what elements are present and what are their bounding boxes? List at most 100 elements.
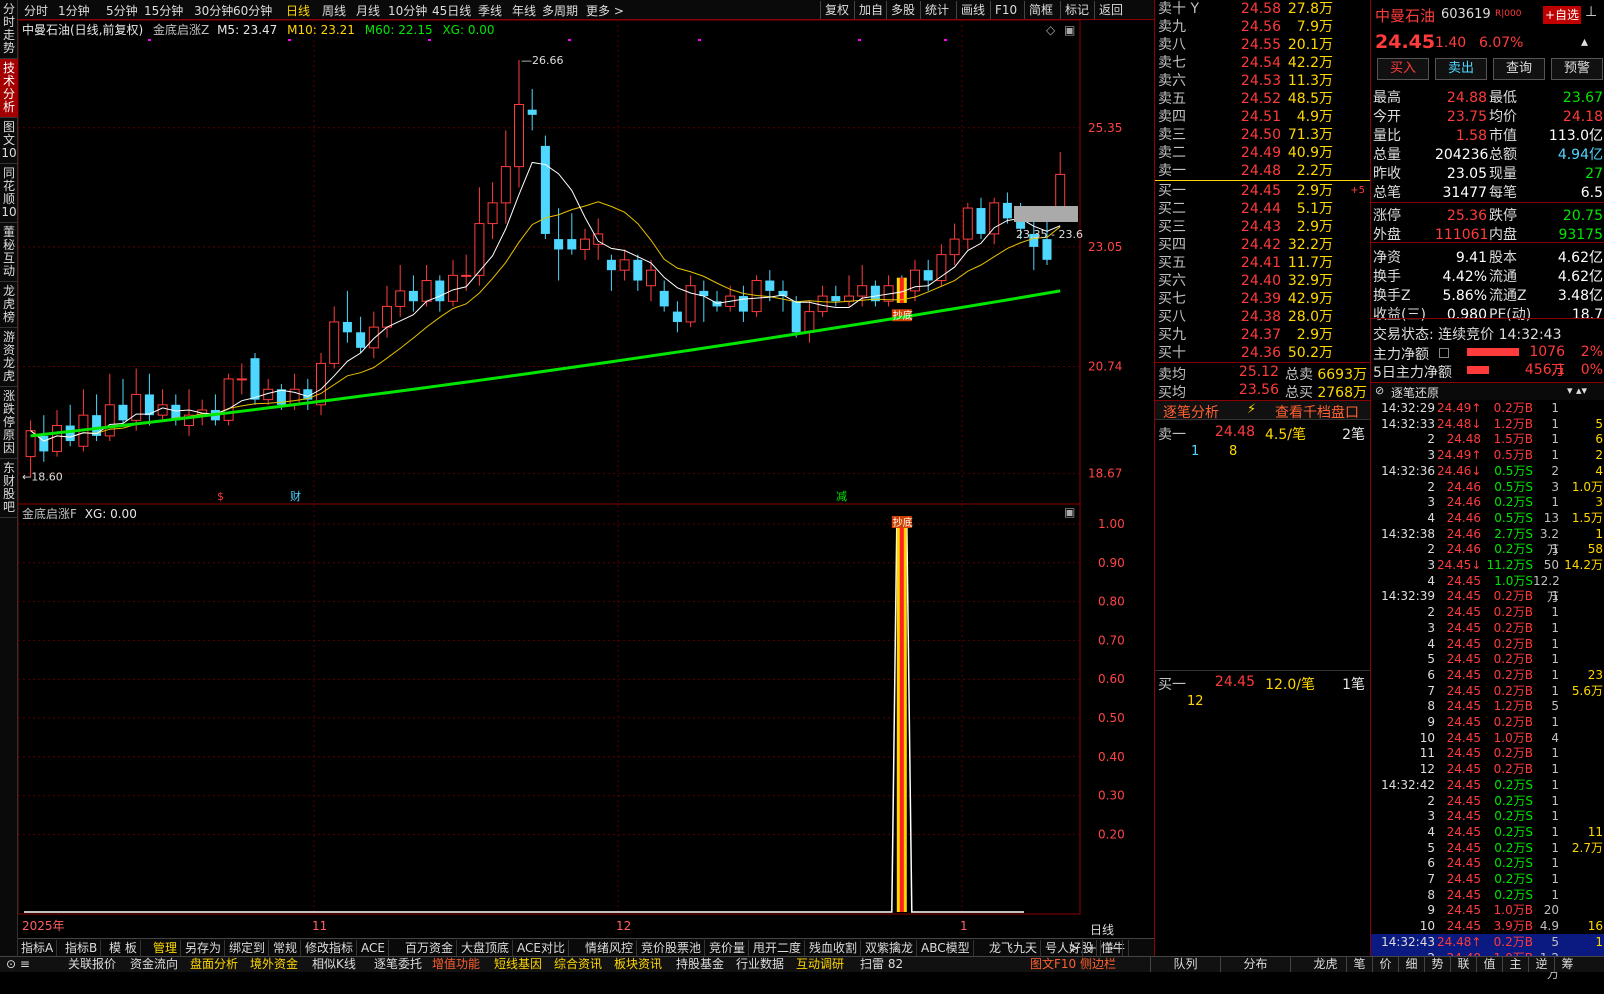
bid-row-3[interactable]: 买四 24.42 32.2万 [1155, 236, 1371, 254]
top-button-5[interactable]: F10 [990, 1, 1021, 19]
tabs-next-icon[interactable]: > [1066, 940, 1084, 956]
status-item-9[interactable]: 板块资讯 [614, 957, 662, 972]
status-item-6[interactable]: 增值功能 [432, 957, 480, 972]
detail-tab-3[interactable]: 势 [1424, 957, 1450, 972]
left-tab-3[interactable]: 同花顺10 [0, 164, 18, 223]
top-button-8[interactable]: 返回 [1094, 1, 1127, 19]
detail-tab-0[interactable]: 笔 [1346, 957, 1372, 972]
zoom-in-button[interactable]: + [1084, 940, 1102, 956]
left-tab-4[interactable]: 董秘互动 [0, 223, 18, 282]
ask-row-7[interactable]: 卖三 24.50 71.3万 [1155, 126, 1371, 144]
status-item-7[interactable]: 短线基因 [494, 957, 542, 972]
indicator-tab-18[interactable]: ABC模型 [918, 940, 974, 956]
ask-row-1[interactable]: 卖九 24.56 7.9万 [1155, 18, 1371, 36]
indicator-name[interactable]: 金底启涨Z [153, 23, 209, 37]
detail-tab-1[interactable]: 价 [1372, 957, 1398, 972]
top-button-6[interactable]: 简框 [1024, 1, 1057, 19]
period-14[interactable]: 更多 > [586, 2, 624, 19]
ask-row-2[interactable]: 卖八 24.55 20.1万 [1155, 36, 1371, 54]
tab-depth-view[interactable]: 查看千档盘口 [1275, 402, 1359, 422]
left-tab-1[interactable]: 技术分析 [0, 59, 18, 118]
indicator-tab-19[interactable]: 龙飞九天 [986, 940, 1042, 956]
trade-button-1[interactable]: 卖出 [1435, 58, 1487, 80]
period-6[interactable]: 日线 [286, 2, 310, 19]
kline-chart-svg[interactable]: 25.35 23.05 20.74 18.67 抄底 —26.66 ←18.60 23.35 … [17, 19, 1154, 938]
price-tooltip-box[interactable] [1014, 206, 1078, 222]
status-item-8[interactable]: 综合资讯 [554, 957, 602, 972]
period-5[interactable]: 60分钟 [233, 2, 272, 19]
top-button-4[interactable]: 画线 [956, 1, 989, 19]
bid-row-5[interactable]: 买六 24.40 32.9万 [1155, 272, 1371, 290]
bid-row-0[interactable]: 买一 24.45 2.9万 +5 [1155, 182, 1371, 200]
indicator-tab-5[interactable]: 绑定到 [226, 940, 270, 956]
detail-tab-8[interactable]: 筹 [1554, 957, 1580, 972]
indicator-tab-9[interactable]: 百万资金 [402, 940, 458, 956]
bid-row-7[interactable]: 买八 24.38 28.0万 [1155, 308, 1371, 326]
period-8[interactable]: 月线 [356, 2, 380, 19]
tab-tick-analysis[interactable]: 逐笔分析 [1163, 402, 1219, 422]
detail-tab-7[interactable]: 逆 [1528, 957, 1554, 972]
add-watchlist-button[interactable]: +自选 [1543, 6, 1581, 24]
left-tab-5[interactable]: 龙虎榜 [0, 282, 18, 328]
indicator-tab-15[interactable]: 甩开二度 [750, 940, 806, 956]
indicator-tab-1[interactable]: 指标B [62, 940, 102, 956]
status-item-12[interactable]: 互动调研 [796, 957, 844, 972]
bid-row-9[interactable]: 买十 24.36 50.2万 [1155, 344, 1371, 362]
status-item-3[interactable]: 境外资金 [250, 957, 298, 972]
period-13[interactable]: 多周期 [542, 2, 578, 19]
indicator-tab-8[interactable]: ACE [358, 940, 389, 956]
period-10[interactable]: 45日线 [432, 2, 471, 19]
ask-row-3[interactable]: 卖七 24.54 42.2万 [1155, 54, 1371, 72]
sub-indicator-name[interactable]: 金底启涨F [22, 507, 77, 521]
period-7[interactable]: 周线 [322, 2, 346, 19]
period-1[interactable]: 1分钟 [58, 2, 90, 19]
indicator-tab-7[interactable]: 修改指标 [302, 940, 358, 956]
period-12[interactable]: 年线 [512, 2, 536, 19]
top-button-3[interactable]: 统计 [920, 1, 953, 19]
period-4[interactable]: 30分钟 [194, 2, 233, 19]
left-tab-2[interactable]: 图文10 [0, 118, 18, 164]
bid-row-8[interactable]: 买九 24.37 2.9万 [1155, 326, 1371, 344]
status-item-14[interactable]: 图文F10 侧边栏 [1030, 957, 1116, 972]
indicator-tab-17[interactable]: 双紫擒龙 [862, 940, 918, 956]
trade-button-2[interactable]: 查询 [1493, 58, 1545, 80]
period-3[interactable]: 15分钟 [144, 2, 183, 19]
collapse-icon[interactable]: ▴ [1581, 34, 1588, 50]
status-item-0[interactable]: 关联报价 [68, 957, 116, 972]
main-flow-icon[interactable] [1439, 348, 1449, 358]
status-item-5[interactable]: 逐笔委托 [374, 957, 422, 972]
top-button-1[interactable]: 加自 [854, 1, 887, 19]
period-0[interactable]: 分时 [24, 2, 48, 19]
bid-row-6[interactable]: 买七 24.39 42.9万 [1155, 290, 1371, 308]
left-tab-0[interactable]: 分时走势 [0, 0, 18, 59]
indicator-tab-2[interactable]: 模 板 [106, 940, 141, 956]
indicator-tab-13[interactable]: 竞价股票池 [638, 940, 706, 956]
bid-row-4[interactable]: 买五 24.41 11.7万 [1155, 254, 1371, 272]
indicator-tab-12[interactable]: 情绪风控 [582, 940, 638, 956]
indicator-tab-10[interactable]: 大盘顶底 [458, 940, 514, 956]
zoom-out-button[interactable]: − [1106, 940, 1124, 956]
period-9[interactable]: 10分钟 [388, 2, 427, 19]
left-tab-7[interactable]: 涨跌停原因 [0, 387, 18, 459]
left-tab-6[interactable]: 游资龙虎 [0, 328, 18, 387]
status-item-13[interactable]: 扫雷 82 [860, 957, 903, 972]
ask-row-6[interactable]: 卖四 24.51 4.9万 [1155, 108, 1371, 126]
trade-button-0[interactable]: 买入 [1377, 58, 1429, 80]
top-button-7[interactable]: 标记 [1060, 1, 1093, 19]
indicator-tab-14[interactable]: 竞价量 [706, 940, 750, 956]
detail-tab-2[interactable]: 细 [1398, 957, 1424, 972]
indicator-tab-16[interactable]: 残血收割 [806, 940, 862, 956]
ask-row-4[interactable]: 卖六 24.53 11.3万 [1155, 72, 1371, 90]
indicator-tab-3[interactable]: 管理 [150, 940, 182, 956]
ask-row-8[interactable]: 卖二 24.49 40.9万 [1155, 144, 1371, 162]
ask-row-5[interactable]: 卖五 24.52 48.5万 [1155, 90, 1371, 108]
left-tab-8[interactable]: 东财股吧 [0, 459, 18, 518]
detail-tab-5[interactable]: 值 [1476, 957, 1502, 972]
panel-tab-1[interactable]: 分布 [1220, 957, 1290, 972]
status-item-4[interactable]: 相似K线 [312, 957, 356, 972]
indicator-tab-4[interactable]: 另存为 [182, 940, 226, 956]
status-item-11[interactable]: 行业数据 [736, 957, 784, 972]
ask-row-0[interactable]: 卖十 Y 24.58 27.8万 [1155, 0, 1371, 18]
status-item-2[interactable]: 盘面分析 [190, 957, 238, 972]
detail-tab-6[interactable]: 主 [1502, 957, 1528, 972]
